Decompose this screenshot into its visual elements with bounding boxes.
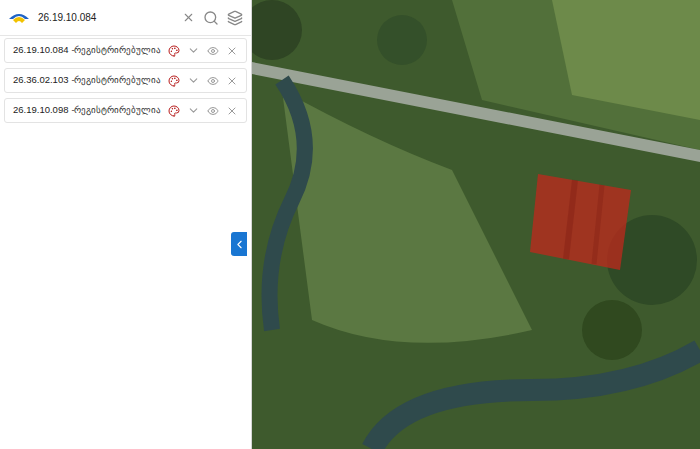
chevron-down-icon[interactable]: [187, 44, 200, 57]
eye-icon[interactable]: [207, 105, 219, 117]
layer-row[interactable]: 26.19.10.098-რეგისტრირებულია: [4, 98, 247, 123]
search-icon[interactable]: [203, 10, 219, 26]
palette-icon[interactable]: [168, 75, 180, 87]
search-bar: 26.19.10.084: [0, 0, 251, 36]
parcel-polygon[interactable]: [252, 0, 700, 449]
logo-icon: [8, 11, 30, 25]
collapse-button[interactable]: [231, 232, 247, 256]
chevron-down-icon[interactable]: [187, 74, 200, 87]
layer-status: -რეგისტრირებულია: [71, 44, 164, 58]
layer-row[interactable]: 26.19.10.084-რეგისტრირებულია: [4, 38, 247, 63]
layer-status: -რეგისტრირებულია: [71, 74, 164, 88]
layer-code: 26.36.02.103: [13, 73, 68, 87]
map[interactable]: [252, 0, 700, 449]
palette-icon[interactable]: [168, 45, 180, 57]
satellite-imagery: [252, 0, 700, 449]
side-panel: 26.19.10.08426.19.10.084-რეგისტრირებულია…: [0, 0, 252, 449]
palette-icon[interactable]: [168, 105, 180, 117]
layer-status: -რეგისტრირებულია: [71, 104, 164, 118]
search-input[interactable]: 26.19.10.084: [38, 10, 174, 25]
layer-code: 26.19.10.098: [13, 103, 68, 117]
remove-icon[interactable]: [226, 105, 238, 117]
remove-icon[interactable]: [226, 75, 238, 87]
chevron-left-icon: [233, 238, 246, 251]
app: 26.19.10.08426.19.10.084-რეგისტრირებულია…: [0, 0, 700, 449]
clear-icon[interactable]: [182, 11, 195, 24]
eye-icon[interactable]: [207, 75, 219, 87]
remove-icon[interactable]: [226, 45, 238, 57]
eye-icon[interactable]: [207, 45, 219, 57]
layer-code: 26.19.10.084: [13, 43, 68, 57]
layer-list: 26.19.10.084-რეგისტრირებულია26.36.02.103…: [0, 36, 251, 123]
layer-row[interactable]: 26.36.02.103-რეგისტრირებულია: [4, 68, 247, 93]
layers-icon[interactable]: [227, 10, 243, 26]
chevron-down-icon[interactable]: [187, 104, 200, 117]
